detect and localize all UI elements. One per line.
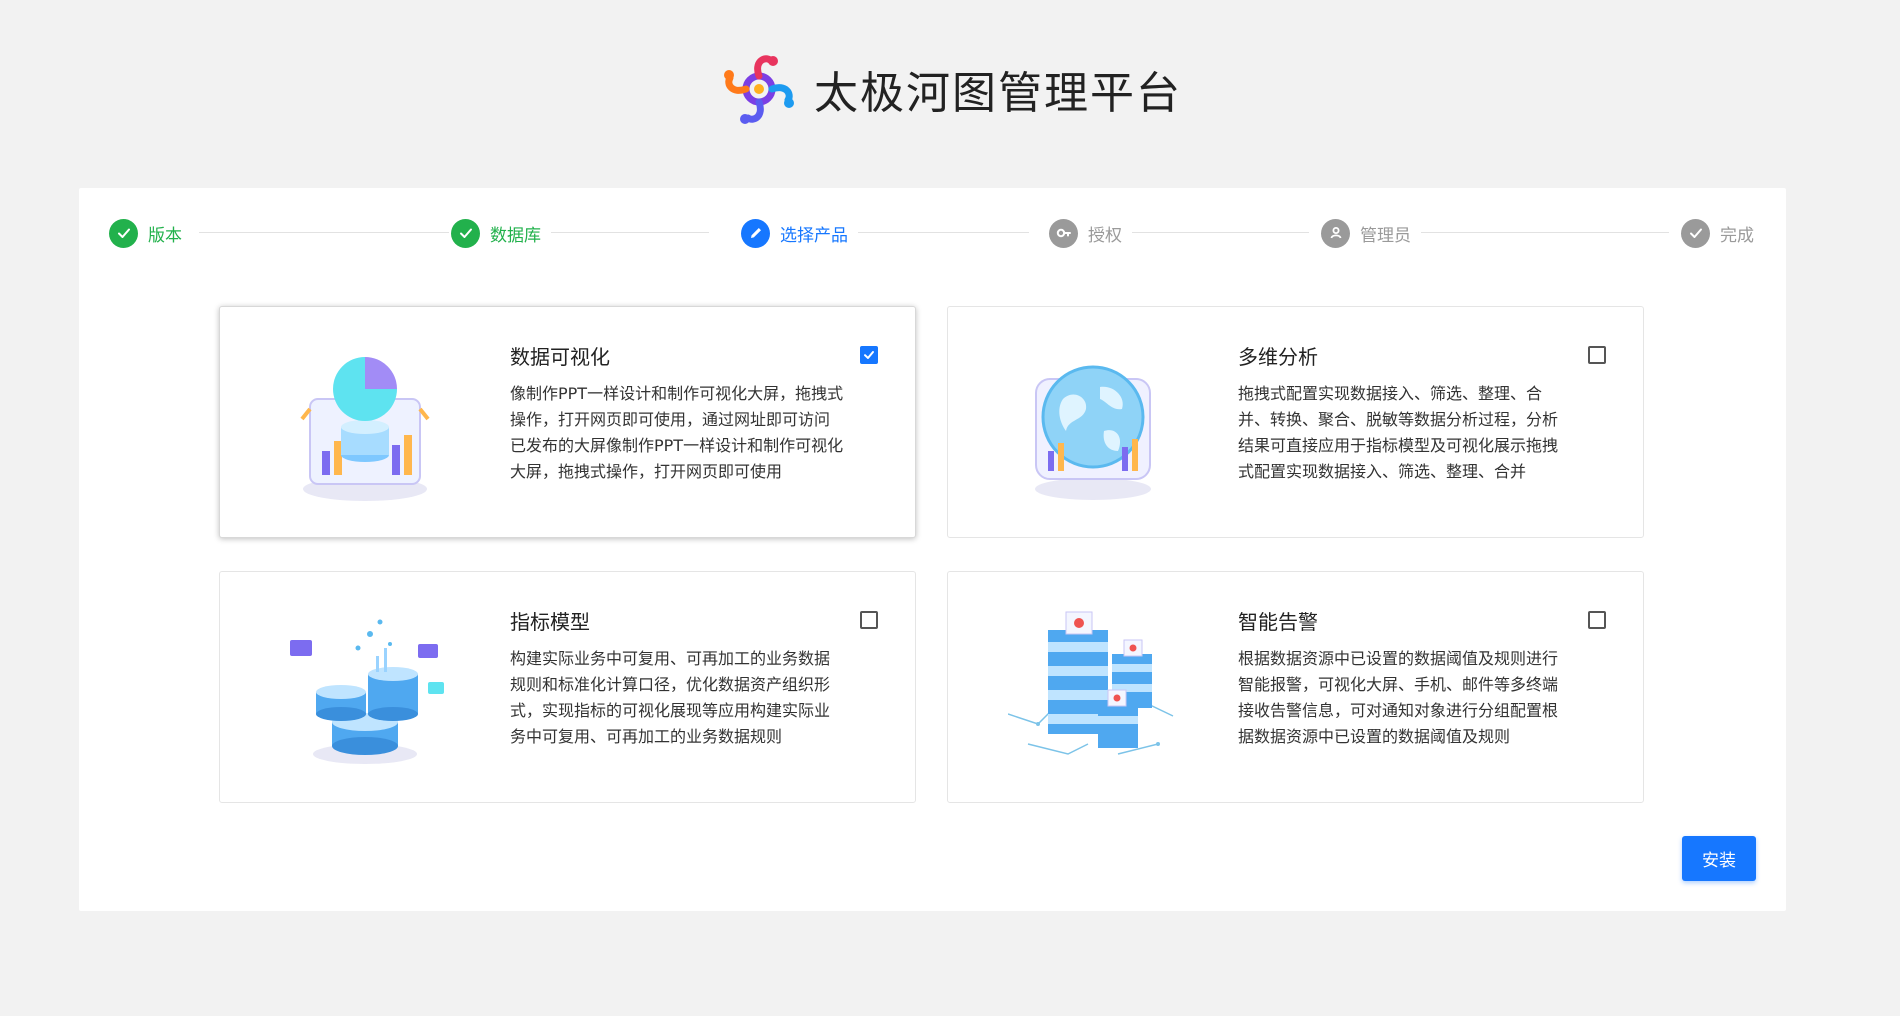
logo-icon (724, 55, 794, 124)
step-label: 数据库 (490, 225, 541, 246)
user-icon (1321, 218, 1350, 248)
step-admin: 管理员 (1321, 218, 1421, 248)
edit-icon (741, 218, 770, 248)
product-checkbox[interactable] (1588, 346, 1606, 364)
key-icon (1049, 218, 1078, 248)
step-label: 管理员 (1360, 225, 1411, 246)
product-checkbox[interactable] (860, 611, 878, 629)
database-illustration (290, 619, 444, 764)
app-title: 太极河图管理平台 (814, 68, 1182, 119)
step-connector (199, 232, 449, 233)
check-icon (1681, 218, 1710, 248)
card-title: 数据可视化 (510, 345, 610, 369)
product-card-multidimensional-analysis[interactable]: 多维分析 拖拽式配置实现数据接入、筛选、整理、合并、转换、聚合、脱敏等数据分析过… (947, 306, 1644, 538)
product-card-smart-alert[interactable]: 智能告警 根据数据资源中已设置的数据阈值及规则进行智能报警，可视化大屏、手机、邮… (947, 571, 1644, 803)
card-title: 智能告警 (1238, 610, 1318, 634)
step-label: 选择产品 (780, 225, 848, 246)
install-wizard-panel: 版本 数据库 选择产品 授权 管理员 完成 数据可视化 像制作PPT一样设计和制… (79, 188, 1786, 911)
card-title: 指标模型 (510, 610, 590, 634)
product-card-metric-model[interactable]: 指标模型 构建实际业务中可复用、可再加工的业务数据规则和标准化计算口径，优化数据… (219, 571, 916, 803)
header: 太极河图管理平台 (0, 44, 1900, 134)
card-title: 多维分析 (1238, 345, 1318, 369)
step-connector (1119, 232, 1309, 233)
steps-bar: 版本 数据库 选择产品 授权 管理员 完成 (109, 218, 1756, 248)
check-icon (864, 351, 874, 359)
data-visualization-illustration (300, 357, 430, 501)
globe-illustration (1035, 365, 1151, 500)
card-description: 根据数据资源中已设置的数据阈值及规则进行智能报警，可视化大屏、手机、邮件等多终端… (1238, 649, 1559, 746)
step-label: 授权 (1088, 225, 1122, 246)
step-label: 版本 (148, 225, 182, 246)
product-checkbox[interactable] (1588, 611, 1606, 629)
product-checkbox[interactable] (860, 346, 878, 364)
card-description: 构建实际业务中可复用、可再加工的业务数据规则和标准化计算口径，优化数据资产组织形… (510, 649, 831, 746)
card-description: 拖拽式配置实现数据接入、筛选、整理、合并、转换、聚合、脱敏等数据分析过程，分析结… (1238, 384, 1559, 481)
card-description: 像制作PPT一样设计和制作可视化大屏，拖拽式操作，打开网页即可使用，通过网址即可… (510, 384, 844, 481)
product-card-data-visualization[interactable]: 数据可视化 像制作PPT一样设计和制作可视化大屏，拖拽式操作，打开网页即可使用，… (219, 306, 916, 538)
step-connector (849, 232, 1029, 233)
step-select-product: 选择产品 (741, 218, 858, 248)
step-finish: 完成 (1681, 218, 1754, 248)
check-icon (109, 218, 138, 248)
install-button[interactable]: 安装 (1682, 836, 1756, 881)
step-license: 授权 (1049, 218, 1132, 248)
check-icon (451, 218, 480, 248)
step-connector (1409, 232, 1669, 233)
step-version: 版本 (109, 218, 192, 248)
step-database: 数据库 (451, 218, 551, 248)
step-label: 完成 (1720, 225, 1754, 246)
step-connector (539, 232, 709, 233)
server-illustration (1008, 611, 1174, 755)
